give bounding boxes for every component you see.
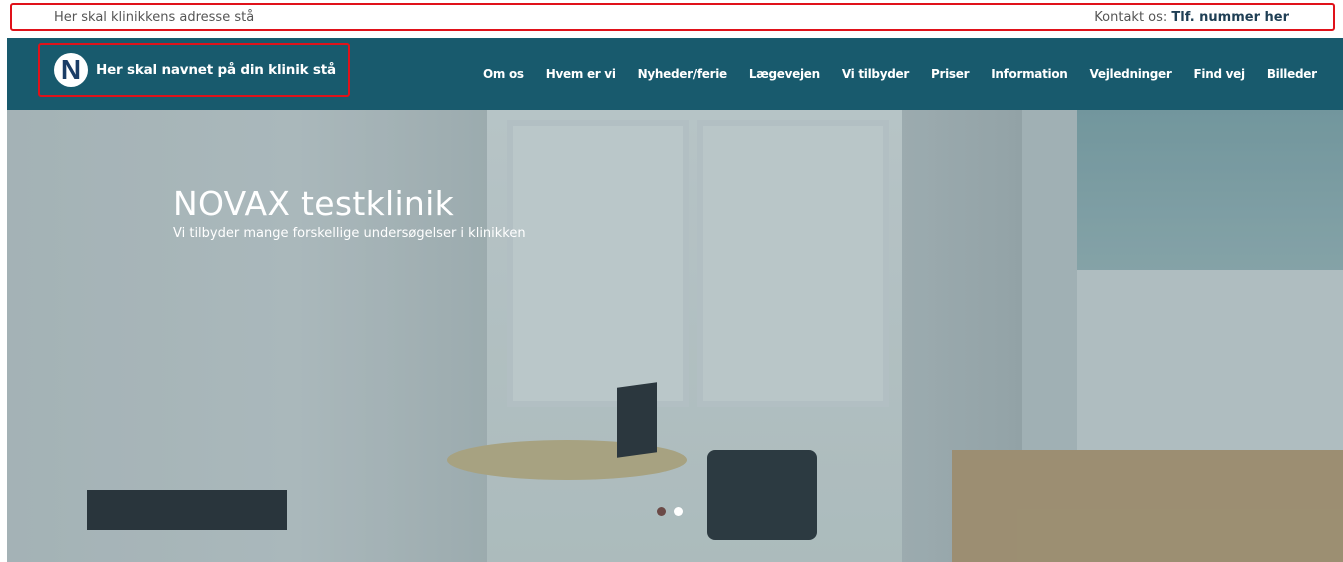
top-info-bar: Her skal klinikkens adresse stå Kontakt … — [10, 3, 1335, 31]
nav-item-om-os[interactable]: Om os — [472, 67, 535, 81]
nav-item-billeder[interactable]: Billeder — [1256, 67, 1328, 81]
contact-label: Kontakt os: — [1094, 9, 1168, 25]
slider-dots — [657, 507, 683, 516]
nav-item-vejledninger[interactable]: Vejledninger — [1079, 67, 1183, 81]
hero-subtitle: Vi tilbyder mange forskellige undersøgel… — [173, 226, 526, 241]
nav-item-hvem-er-vi[interactable]: Hvem er vi — [535, 67, 627, 81]
slider-dot-1[interactable] — [657, 507, 666, 516]
nav-item-find-vej[interactable]: Find vej — [1183, 67, 1256, 81]
nav-menu: Om os Hvem er vi Nyheder/ferie Lægevejen… — [472, 38, 1328, 110]
brand-link[interactable]: N Her skal navnet på din klinik stå — [38, 43, 350, 97]
contact-info: Kontakt os: Tlf. nummer her — [1094, 10, 1289, 25]
logo-letter: N — [60, 54, 82, 85]
contact-phone[interactable]: Tlf. nummer her — [1171, 10, 1289, 25]
main-navbar: N Her skal navnet på din klinik stå Om o… — [7, 38, 1343, 110]
hero-slider: NOVAX testklinik Vi tilbyder mange forsk… — [7, 110, 1343, 562]
nav-item-nyheder-ferie[interactable]: Nyheder/ferie — [627, 67, 738, 81]
nav-item-vi-tilbyder[interactable]: Vi tilbyder — [831, 67, 920, 81]
nav-item-priser[interactable]: Priser — [920, 67, 980, 81]
clinic-address: Her skal klinikkens adresse stå — [54, 9, 255, 25]
logo-icon: N — [54, 53, 88, 87]
nav-item-information[interactable]: Information — [980, 67, 1078, 81]
slider-dot-2[interactable] — [674, 507, 683, 516]
hero-title: NOVAX testklinik — [173, 184, 455, 224]
hero-overlay — [7, 110, 1343, 562]
clinic-name: Her skal navnet på din klinik stå — [96, 62, 336, 78]
nav-item-laegevejen[interactable]: Lægevejen — [738, 67, 831, 81]
